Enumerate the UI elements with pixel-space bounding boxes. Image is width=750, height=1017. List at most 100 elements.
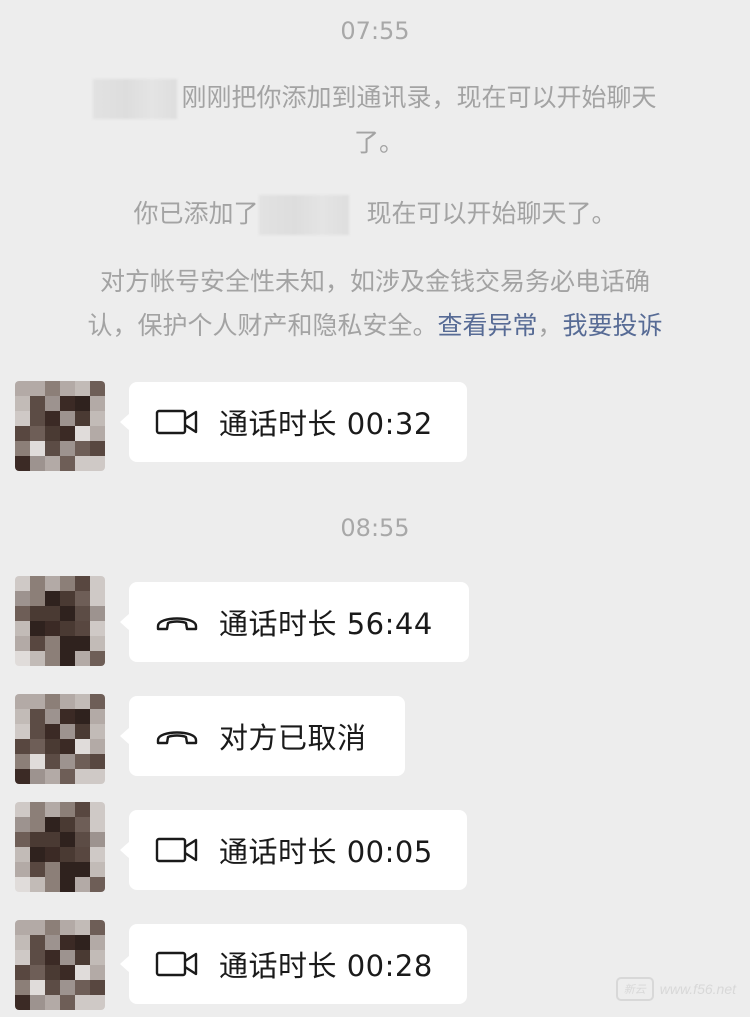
avatar-pixel: [60, 950, 75, 965]
avatar-pixel: [15, 739, 30, 754]
avatar-pixel: [30, 817, 45, 832]
avatar-pixel: [90, 802, 105, 817]
you-added-suffix: 现在可以开始聊天了。: [366, 199, 617, 228]
avatar-pixel: [30, 754, 45, 769]
avatar-pixel: [60, 426, 75, 441]
system-message-added-you: 刚刚把你添加到通讯录，现在可以开始聊天 了。: [0, 76, 750, 165]
avatar-pixel: [75, 995, 90, 1010]
avatar-pixel: [75, 381, 90, 396]
avatar[interactable]: [15, 381, 105, 471]
avatar-pixel: [45, 651, 60, 666]
avatar-pixel: [15, 950, 30, 965]
avatar-pixel: [15, 694, 30, 709]
avatar-pixel: [75, 817, 90, 832]
avatar-pixel: [15, 411, 30, 426]
avatar-pixel: [15, 847, 30, 862]
site-watermark: 新云 www.f56.net: [615, 977, 736, 1001]
avatar-pixel: [90, 995, 105, 1010]
avatar-pixel: [15, 576, 30, 591]
avatar-pixel: [45, 709, 60, 724]
avatar-pixel: [60, 709, 75, 724]
avatar-pixel: [30, 995, 45, 1010]
avatar-pixel: [45, 456, 60, 471]
avatar-pixel: [30, 606, 45, 621]
avatar-pixel: [30, 877, 45, 892]
avatar-pixel: [75, 651, 90, 666]
view-abnormal-link[interactable]: 查看异常: [437, 311, 537, 340]
avatar-pixel: [15, 381, 30, 396]
security-warning-line2: 认，保护个人财产和隐私安全。: [87, 311, 438, 340]
avatar-pixel: [15, 591, 30, 606]
avatar-pixel: [45, 724, 60, 739]
avatar-pixel: [60, 817, 75, 832]
avatar-pixel: [30, 441, 45, 456]
avatar-pixel: [15, 426, 30, 441]
avatar-pixel: [90, 396, 105, 411]
avatar-pixel: [90, 739, 105, 754]
avatar-pixel: [60, 739, 75, 754]
avatar-pixel: [90, 456, 105, 471]
avatar-pixel: [45, 935, 60, 950]
avatar-pixel: [60, 396, 75, 411]
avatar-pixel: [75, 877, 90, 892]
call-message: 通话时长 00:32: [0, 381, 750, 473]
avatar-pixel: [90, 606, 105, 621]
avatar-pixel: [45, 920, 60, 935]
avatar-pixel: [75, 980, 90, 995]
avatar-pixel: [45, 381, 60, 396]
avatar-pixel: [15, 920, 30, 935]
avatar[interactable]: [15, 576, 105, 666]
avatar-pixel: [75, 606, 90, 621]
avatar-pixel: [15, 769, 30, 784]
avatar-pixel: [75, 709, 90, 724]
video-camera-icon: [153, 407, 201, 437]
avatar-pixel: [30, 591, 45, 606]
avatar-pixel: [60, 381, 75, 396]
call-bubble[interactable]: 通话时长 00:05: [120, 810, 467, 890]
avatar-pixel: [75, 396, 90, 411]
call-bubble[interactable]: 对方已取消: [120, 696, 405, 776]
avatar-pixel: [45, 754, 60, 769]
avatar-pixel: [30, 456, 45, 471]
call-bubble[interactable]: 通话时长 00:28: [120, 924, 467, 1004]
avatar-pixel: [45, 832, 60, 847]
avatar-pixel: [45, 862, 60, 877]
avatar[interactable]: [15, 694, 105, 784]
avatar-pixel: [15, 802, 30, 817]
avatar-pixel: [30, 411, 45, 426]
avatar-pixel: [30, 651, 45, 666]
avatar-pixel: [90, 769, 105, 784]
avatar-pixel: [15, 965, 30, 980]
avatar-pixel: [90, 862, 105, 877]
avatar-pixel: [60, 832, 75, 847]
avatar-pixel: [60, 935, 75, 950]
avatar-pixel: [45, 802, 60, 817]
avatar[interactable]: [15, 920, 105, 1010]
avatar-pixel: [90, 411, 105, 426]
avatar-pixel: [60, 965, 75, 980]
avatar-pixel: [90, 426, 105, 441]
avatar-pixel: [60, 980, 75, 995]
avatar-pixel: [90, 935, 105, 950]
avatar-pixel: [30, 965, 45, 980]
avatar-pixel: [90, 381, 105, 396]
avatar-pixel: [75, 576, 90, 591]
avatar-pixel: [15, 862, 30, 877]
avatar-pixel: [90, 817, 105, 832]
avatar-pixel: [45, 877, 60, 892]
avatar-pixel: [45, 694, 60, 709]
avatar-pixel: [30, 769, 45, 784]
avatar-pixel: [90, 965, 105, 980]
redacted-contact-name: [93, 79, 178, 119]
avatar[interactable]: [15, 802, 105, 892]
chat-window: 07:55 刚刚把你添加到通讯录，现在可以开始聊天 了。 你已添加了 现在可以开始…: [0, 0, 750, 1017]
avatar-pixel: [30, 709, 45, 724]
avatar-pixel: [45, 411, 60, 426]
avatar-pixel: [75, 754, 90, 769]
avatar-pixel: [60, 591, 75, 606]
call-bubble[interactable]: 通话时长 00:32: [120, 382, 467, 462]
report-link[interactable]: 我要投诉: [563, 311, 663, 340]
call-bubble[interactable]: 通话时长 56:44: [120, 582, 469, 662]
avatar-pixel: [60, 802, 75, 817]
avatar-pixel: [75, 965, 90, 980]
